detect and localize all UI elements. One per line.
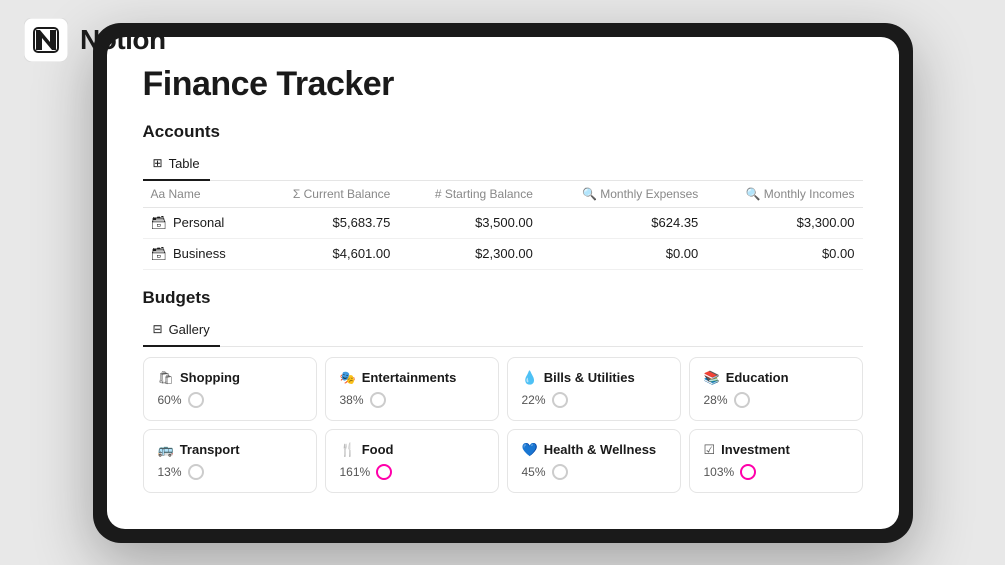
tab-gallery-label: Gallery (169, 322, 210, 337)
accounts-tab-bar: ⊞ Table (143, 150, 863, 181)
gallery-grid: 🛍 Shopping 60% 🎭 Entertainments 38% 💧 Bi… (143, 357, 863, 493)
col-header-current-balance: Σ Current Balance (257, 181, 399, 208)
col-header-name: Aa Name (143, 181, 257, 208)
cell-monthly-incomes: $0.00 (706, 238, 862, 269)
card-label: Bills & Utilities (544, 370, 635, 385)
col-header-monthly-incomes: 🔍 Monthly Incomes (706, 181, 862, 208)
gallery-card[interactable]: 💙 Health & Wellness 45% (507, 429, 681, 493)
gallery-card[interactable]: 🚌 Transport 13% (143, 429, 317, 493)
card-progress: 161% (340, 464, 484, 480)
progress-circle-icon (552, 392, 568, 408)
topbar: Notion (0, 0, 190, 80)
card-progress: 38% (340, 392, 484, 408)
card-percent: 13% (158, 465, 182, 479)
card-category-icon: ☑ (704, 442, 716, 458)
card-header: 📚 Education (704, 370, 848, 386)
card-header: 💧 Bills & Utilities (522, 370, 666, 386)
cell-monthly-incomes: $3,300.00 (706, 207, 862, 238)
card-percent: 45% (522, 465, 546, 479)
card-progress: 103% (704, 464, 848, 480)
page-title: Finance Tracker (143, 65, 863, 104)
progress-circle-icon (188, 464, 204, 480)
row-name-label: Personal (173, 215, 224, 230)
accounts-section-title: Accounts (143, 122, 863, 142)
card-percent: 22% (522, 393, 546, 407)
card-label: Health & Wellness (544, 442, 656, 457)
card-percent: 161% (340, 465, 371, 479)
card-progress: 45% (522, 464, 666, 480)
table-row[interactable]: 🗃 Business $4,601.00 $2,300.00 $0.00 $0.… (143, 238, 863, 269)
card-category-icon: 🎭 (340, 370, 356, 386)
card-category-icon: 🛍 (158, 370, 175, 386)
col-header-starting-balance: # Starting Balance (398, 181, 541, 208)
table-header-row: Aa Name Σ Current Balance # Starting Bal… (143, 181, 863, 208)
card-percent: 60% (158, 393, 182, 407)
card-percent: 38% (340, 393, 364, 407)
row-name-label: Business (173, 246, 226, 261)
card-header: 🍴 Food (340, 442, 484, 458)
card-header: 🚌 Transport (158, 442, 302, 458)
progress-circle-icon (188, 392, 204, 408)
accounts-table: Aa Name Σ Current Balance # Starting Bal… (143, 181, 863, 270)
budgets-section-title: Budgets (143, 288, 863, 308)
gallery-card[interactable]: 🛍 Shopping 60% (143, 357, 317, 421)
card-label: Entertainments (362, 370, 457, 385)
card-label: Shopping (180, 370, 240, 385)
card-category-icon: 🍴 (340, 442, 356, 458)
budgets-tab-bar: ⊟ Gallery (143, 316, 863, 347)
cell-starting-balance: $3,500.00 (398, 207, 541, 238)
card-header: 💙 Health & Wellness (522, 442, 666, 458)
card-category-icon: 💧 (522, 370, 538, 386)
card-category-icon: 🚌 (158, 442, 174, 458)
cell-monthly-expenses: $624.35 (541, 207, 706, 238)
card-category-icon: 💙 (522, 442, 538, 458)
card-progress: 28% (704, 392, 848, 408)
cell-name: 🗃 Business (143, 238, 257, 269)
notion-logo-icon (24, 18, 68, 62)
tab-table-label: Table (169, 156, 200, 171)
cell-current-balance: $4,601.00 (257, 238, 399, 269)
card-progress: 60% (158, 392, 302, 408)
table-row[interactable]: 🗃 Personal $5,683.75 $3,500.00 $624.35 $… (143, 207, 863, 238)
cell-current-balance: $5,683.75 (257, 207, 399, 238)
card-percent: 103% (704, 465, 735, 479)
card-header: 🛍 Shopping (158, 370, 302, 386)
card-progress: 13% (158, 464, 302, 480)
card-header: 🎭 Entertainments (340, 370, 484, 386)
gallery-card[interactable]: ☑ Investment 103% (689, 429, 863, 493)
tab-gallery[interactable]: ⊟ Gallery (143, 316, 220, 347)
card-label: Education (726, 370, 789, 385)
card-label: Food (362, 442, 394, 457)
budgets-section: Budgets ⊟ Gallery 🛍 Shopping 60% 🎭 Enter… (143, 288, 863, 493)
card-category-icon: 📚 (704, 370, 720, 386)
cell-name: 🗃 Personal (143, 207, 257, 238)
progress-circle-icon (376, 464, 392, 480)
row-icon: 🗃 (151, 246, 168, 262)
progress-circle-icon (740, 464, 756, 480)
card-label: Investment (721, 442, 790, 457)
gallery-card[interactable]: 🎭 Entertainments 38% (325, 357, 499, 421)
gallery-card[interactable]: 🍴 Food 161% (325, 429, 499, 493)
accounts-section: Accounts ⊞ Table Aa Name Σ Current Balan… (143, 122, 863, 270)
table-icon: ⊞ (153, 156, 163, 170)
device-screen: Finance Tracker Accounts ⊞ Table Aa Name (107, 37, 899, 529)
name-prefix-icon: Aa (151, 187, 169, 201)
gallery-card[interactable]: 💧 Bills & Utilities 22% (507, 357, 681, 421)
gallery-card[interactable]: 📚 Education 28% (689, 357, 863, 421)
app-title: Notion (80, 24, 166, 56)
tab-table[interactable]: ⊞ Table (143, 150, 210, 181)
cell-monthly-expenses: $0.00 (541, 238, 706, 269)
card-header: ☑ Investment (704, 442, 848, 458)
gallery-icon: ⊟ (153, 322, 163, 336)
col-header-monthly-expenses: 🔍 Monthly Expenses (541, 181, 706, 208)
card-progress: 22% (522, 392, 666, 408)
cell-starting-balance: $2,300.00 (398, 238, 541, 269)
progress-circle-icon (552, 464, 568, 480)
row-icon: 🗃 (151, 215, 168, 231)
card-percent: 28% (704, 393, 728, 407)
progress-circle-icon (370, 392, 386, 408)
device-frame: Finance Tracker Accounts ⊞ Table Aa Name (93, 23, 913, 543)
progress-circle-icon (734, 392, 750, 408)
card-label: Transport (180, 442, 240, 457)
